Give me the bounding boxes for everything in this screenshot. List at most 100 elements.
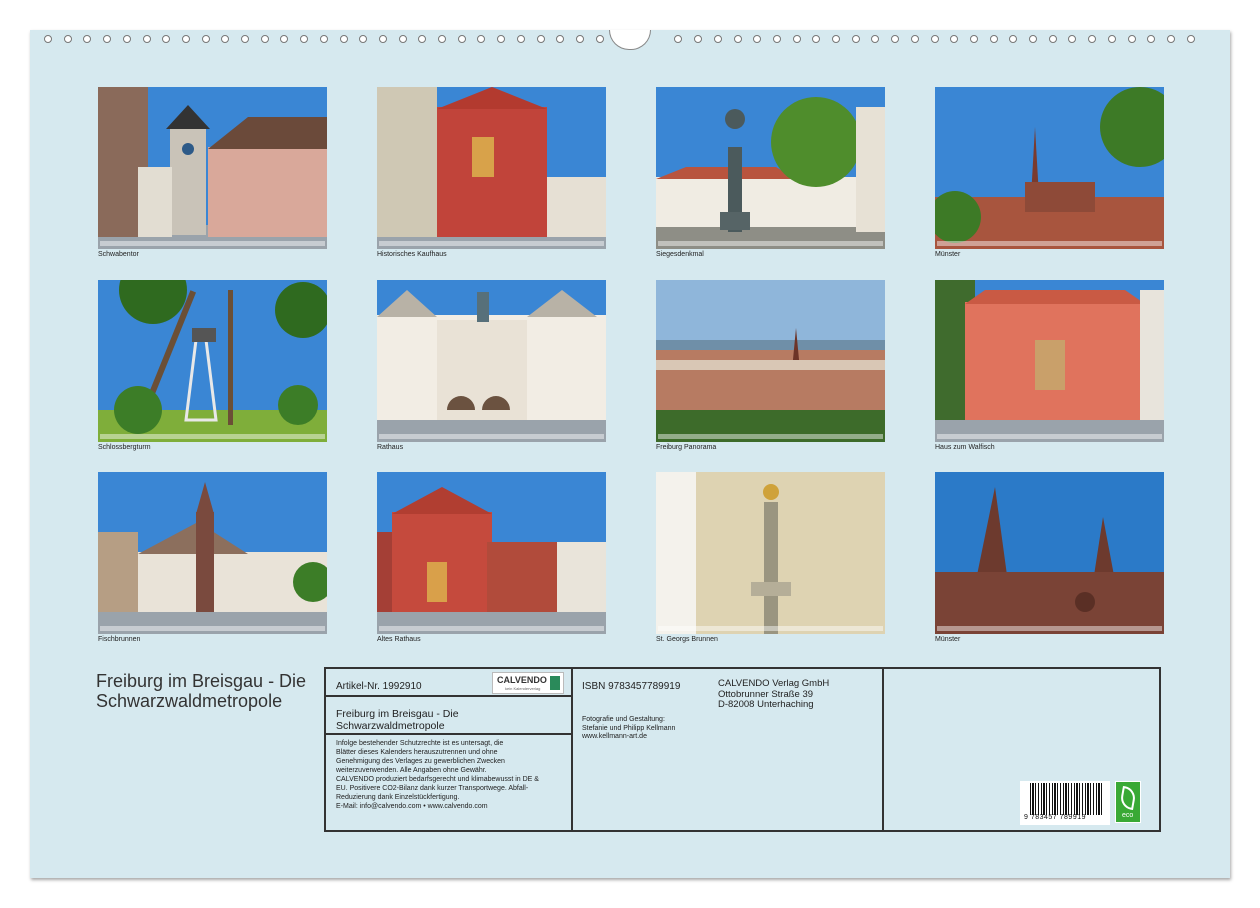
calendar-photo (377, 472, 606, 634)
divider (882, 667, 884, 832)
binding-ring (379, 35, 387, 43)
text-line: Infolge bestehender Schutzrechte ist es … (336, 739, 539, 748)
photo-caption: Haus zum Walfisch (935, 444, 995, 451)
publisher-address: CALVENDO Verlag GmbHOttobrunner Straße 3… (718, 679, 829, 711)
photo-caption: St. Georgs Brunnen (656, 636, 718, 643)
text-line: weiterzuverwenden. Alle Angaben ohne Gew… (336, 766, 539, 775)
calendar-photo (935, 280, 1164, 442)
binding-ring (241, 35, 249, 43)
month-date-strip (937, 434, 1162, 439)
logo-subtext: kein Kalenderverlag (505, 686, 540, 691)
logo-mark-icon (550, 676, 560, 690)
binding-ring (773, 35, 781, 43)
month-date-strip (100, 626, 325, 631)
binding-ring (44, 35, 52, 43)
legal-notice: Infolge bestehender Schutzrechte ist es … (336, 739, 539, 811)
binding-ring (261, 35, 269, 43)
binding-ring (576, 35, 584, 43)
text-line: CALVENDO produziert bedarfsgerecht und k… (336, 775, 539, 784)
binding-ring (202, 35, 210, 43)
binding-ring (852, 35, 860, 43)
calendar-photo (656, 280, 885, 442)
photo-caption: Münster (935, 251, 960, 258)
binding-ring (64, 35, 72, 43)
month-date-strip (658, 241, 883, 246)
text-line: E-Mail: info@calvendo.com • www.calvendo… (336, 802, 539, 811)
month-date-strip (937, 241, 1162, 246)
binding-ring (1167, 35, 1175, 43)
photo-caption: Historisches Kaufhaus (377, 251, 447, 258)
binding-ring (1029, 35, 1037, 43)
binding-ring (517, 35, 525, 43)
binding-ring (537, 35, 545, 43)
photo-caption: Siegesdenkmal (656, 251, 704, 258)
calendar-title: Freiburg im Breisgau - Die Schwarzwaldme… (96, 671, 320, 711)
text-line: D-82008 Unterhaching (718, 700, 829, 711)
text-line: CALVENDO Verlag GmbH (718, 679, 829, 690)
binding-ring (1108, 35, 1116, 43)
text-line: www.kellmann-art.de (582, 733, 675, 742)
binding-ring (458, 35, 466, 43)
binding-ring (182, 35, 190, 43)
binding-rings (0, 0, 1260, 24)
binding-ring (931, 35, 939, 43)
month-date-strip (658, 434, 883, 439)
binding-ring (438, 35, 446, 43)
text-line: Fotografie und Gestaltung: (582, 716, 675, 725)
photo-caption: Fischbrunnen (98, 636, 140, 643)
binding-ring (793, 35, 801, 43)
binding-ring (911, 35, 919, 43)
calendar-photo (935, 472, 1164, 634)
barcode: 9 783457 789919 (1020, 781, 1110, 825)
text-line: Reduzierung dank Einzelstückfertigung. (336, 793, 539, 802)
binding-ring (1049, 35, 1057, 43)
eco-badge: eco (1115, 781, 1141, 823)
photo-caption: Altes Rathaus (377, 636, 421, 643)
text-line: Genehmigung des Verlages zu gewerblichen… (336, 757, 539, 766)
month-date-strip (100, 241, 325, 246)
logo-text: CALVENDO (497, 675, 547, 685)
eco-label: eco (1122, 812, 1133, 819)
isbn: ISBN 9783457789919 (582, 681, 680, 692)
calendar-photo (656, 87, 885, 249)
binding-ring (714, 35, 722, 43)
binding-ring (734, 35, 742, 43)
calvendo-logo: CALVENDO kein Kalenderverlag (492, 672, 564, 694)
month-date-strip (379, 626, 604, 631)
divider (324, 733, 573, 735)
photo-credits: Fotografie und Gestaltung:Stefanie und P… (582, 716, 675, 742)
text-line: EU. Positivere CO2-Bilanz dank kurzer Tr… (336, 784, 539, 793)
binding-ring (320, 35, 328, 43)
binding-ring (970, 35, 978, 43)
month-date-strip (379, 434, 604, 439)
binding-ring (399, 35, 407, 43)
barcode-bars (1030, 783, 1104, 815)
article-number: Artikel-Nr. 1992910 (336, 681, 422, 692)
binding-ring (1187, 35, 1195, 43)
calendar-photo (98, 87, 327, 249)
photo-caption: Rathaus (377, 444, 403, 451)
photo-caption: Schlossbergturm (98, 444, 151, 451)
binding-ring (832, 35, 840, 43)
calendar-subtitle: Freiburg im Breisgau - Die Schwarzwaldme… (336, 708, 486, 732)
calendar-photo (377, 280, 606, 442)
binding-ring (596, 35, 604, 43)
calendar-photo (98, 472, 327, 634)
month-date-strip (937, 626, 1162, 631)
photo-caption: Schwabentor (98, 251, 139, 258)
binding-ring (340, 35, 348, 43)
calendar-photo (935, 87, 1164, 249)
photo-caption: Münster (935, 636, 960, 643)
binding-ring (123, 35, 131, 43)
month-date-strip (658, 626, 883, 631)
month-date-strip (100, 434, 325, 439)
calendar-photo (98, 280, 327, 442)
text-line: Blätter dieses Kalenders herauszutrennen… (336, 748, 539, 757)
barcode-number: 9 783457 789919 (1024, 814, 1086, 821)
month-date-strip (379, 241, 604, 246)
calendar-photo (377, 87, 606, 249)
binding-ring (990, 35, 998, 43)
divider (571, 667, 573, 832)
leaf-icon (1119, 786, 1137, 810)
calendar-photo (656, 472, 885, 634)
